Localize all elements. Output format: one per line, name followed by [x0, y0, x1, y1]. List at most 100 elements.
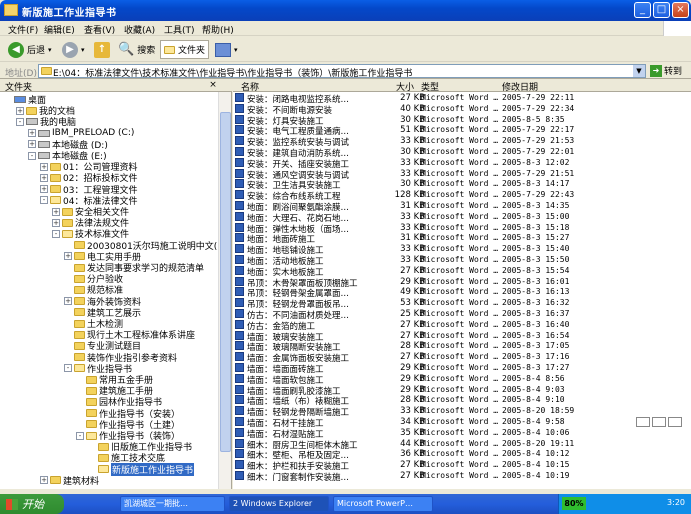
file-row[interactable]: 细木：壁柜、吊柜及固定… 36 KB Microsoft Word … 2005-8-… — [233, 449, 691, 461]
folder-icon — [74, 252, 85, 261]
word-document-icon — [235, 406, 244, 416]
file-row[interactable]: 安装：建筑自动消防系统… 30 KB Microsoft Word … 2005-7-… — [233, 147, 691, 159]
file-row[interactable]: 细木：护栏和扶手安装施工 27 KB Microsoft Word … 2005-8-… — [233, 460, 691, 472]
maximize-button[interactable]: □ — [653, 2, 670, 18]
file-size: 27 KB — [400, 352, 425, 363]
tree-item[interactable]: 发达同事要求学习的规范清单 — [64, 262, 204, 274]
file-row[interactable]: 地面：弹性木地板（面场… 33 KB Microsoft Word … 2005-8-… — [233, 222, 691, 235]
expand-icon[interactable]: + — [40, 162, 48, 171]
tree-item[interactable]: + 建筑材料 — [40, 475, 99, 487]
minimize-button[interactable]: _ — [634, 2, 651, 18]
file-row[interactable]: 墙面：墙面面砖施工 29 KB Microsoft Word … 2005-8-3 1… — [233, 363, 691, 375]
expand-icon[interactable]: + — [64, 297, 72, 306]
collapse-icon[interactable]: - — [28, 151, 36, 160]
close-pane-icon[interactable]: × — [208, 80, 218, 90]
file-row[interactable]: 墙面：石材湿贴施工 35 KB Microsoft Word … 2005-8-4 1… — [233, 427, 691, 440]
expand-icon[interactable]: + — [52, 207, 60, 216]
folders-pane-header: 文件夹 × — [0, 79, 232, 93]
file-row[interactable]: 吊顶：轻钢骨架金属罩面… 49 KB Microsoft Word … 2005-8-… — [233, 287, 691, 299]
back-button[interactable]: ◀ 后退 ▾ — [8, 40, 52, 59]
clock[interactable]: 3:20 — [667, 498, 685, 507]
file-row[interactable]: 安装：闭路电视监控系统… 27 KB Microsoft Word … 2005-7-… — [233, 93, 691, 105]
expand-icon[interactable]: + — [52, 218, 60, 227]
tree-scrollbar[interactable] — [218, 92, 231, 489]
file-row[interactable]: 安装：灯具安装施工 30 KB Microsoft Word … 2005-8-5 8… — [233, 114, 691, 127]
file-row[interactable]: 地面：大理石、花岗石地… 33 KB Microsoft Word … 2005-8-… — [233, 211, 691, 224]
file-row[interactable]: 仿古：金箔的施工 27 KB Microsoft Word … 2005-8-3 16… — [233, 319, 691, 332]
file-row[interactable]: 墙面：玻璃安装施工 27 KB Microsoft Word … 2005-8-3 1… — [233, 330, 691, 343]
file-row[interactable]: 墙面：轻钢龙骨隔断墙施工 33 KB Microsoft Word … 2005-8-… — [233, 406, 691, 418]
expand-icon[interactable]: + — [40, 476, 48, 485]
title-bar[interactable]: 新版施工作业指导书 _ □ × — [0, 0, 691, 21]
address-input[interactable]: E:\04：标准法律文件\技术标准文件\作业指导书\作业指导书（装饰）\新版施工… — [38, 64, 646, 79]
search-button[interactable]: 🔍 搜索 — [118, 40, 155, 59]
expand-icon[interactable]: + — [16, 106, 24, 115]
file-row[interactable]: 吊顶：轻钢龙骨罩面板吊… 53 KB Microsoft Word … 2005-8-… — [233, 298, 691, 310]
menu-file[interactable]: 文件(F) — [8, 23, 38, 36]
file-row[interactable]: 地面：地毯铺设施工 33 KB Microsoft Word … 2005-8-3 1… — [233, 244, 691, 256]
file-row[interactable]: 安装：不间断电源安装 40 KB Microsoft Word … 2005-7-29… — [233, 103, 691, 116]
file-row[interactable]: 细木：门窗套制作安装施… 27 KB Microsoft Word … 2005-8-… — [233, 471, 691, 483]
collapse-icon[interactable]: - — [52, 229, 60, 238]
file-row[interactable]: 墙面：墙面刷乳胶漆施工 29 KB Microsoft Word … 2005-8-4… — [233, 384, 691, 397]
taskbar-item[interactable]: Microsoft PowerP… — [333, 496, 433, 512]
file-row[interactable]: 安装：开关、插座安装施工 33 KB Microsoft Word … 2005-8-… — [233, 157, 691, 170]
file-row[interactable]: 仿古：不同油面材质处理… 25 KB Microsoft Word … 2005-8-… — [233, 309, 691, 321]
address-dropdown-icon[interactable]: ▼ — [633, 65, 645, 77]
collapse-icon[interactable]: - — [40, 196, 48, 205]
go-button[interactable]: ➜ 转到 — [650, 64, 682, 77]
start-button[interactable]: 开始 — [0, 494, 64, 514]
collapse-icon[interactable]: - — [16, 117, 24, 126]
file-row[interactable]: 墙面：墙面软包施工 29 KB Microsoft Word … 2005-8-4 8… — [233, 373, 691, 386]
collapse-icon[interactable]: - — [64, 364, 72, 373]
file-type: Microsoft Word … — [421, 190, 499, 200]
menu-tools[interactable]: 工具(T) — [164, 23, 195, 36]
expand-icon[interactable]: + — [28, 140, 36, 149]
menu-edit[interactable]: 编辑(E) — [44, 23, 75, 36]
file-row[interactable]: 安装：电气工程质量通病… 51 KB Microsoft Word … 2005-7-… — [233, 125, 691, 137]
up-folder-button[interactable]: ↑ — [94, 40, 110, 59]
tree-item[interactable]: - 我的电脑 — [16, 116, 76, 128]
battery-indicator[interactable]: 80% — [562, 497, 586, 510]
folders-button[interactable]: 文件夹 — [160, 40, 210, 59]
file-row[interactable]: 细木：厨房卫生间柜体木施工 44 KB Microsoft Word … 2005-8… — [233, 438, 691, 451]
menu-help[interactable]: 帮助(H) — [202, 23, 234, 36]
expand-icon[interactable]: + — [40, 173, 48, 182]
file-row[interactable]: 地面：实木地板施工 27 KB Microsoft Word … 2005-8-3 1… — [233, 265, 691, 278]
file-list: 安装：闭路电视监控系统… 27 KB Microsoft Word … 2005-7-… — [233, 92, 691, 489]
file-row[interactable]: 墙面：金属饰面板安装施工 27 KB Microsoft Word … 2005-8-… — [233, 352, 691, 364]
file-size: 53 KB — [400, 298, 425, 309]
expand-icon[interactable]: + — [28, 129, 36, 138]
close-button[interactable]: × — [672, 2, 689, 18]
file-size: 30 KB — [400, 179, 425, 190]
menu-favorites[interactable]: 收藏(A) — [124, 23, 155, 36]
file-row[interactable]: 安装：监控系统安装与调试 33 KB Microsoft Word … 2005-7-… — [233, 136, 691, 148]
taskbar-item[interactable]: 凯湖城区一期批… — [120, 496, 225, 512]
expand-icon[interactable]: + — [40, 185, 48, 194]
file-size: 33 KB — [400, 244, 425, 255]
widget-icon[interactable] — [668, 417, 682, 427]
widget-icon[interactable] — [652, 417, 666, 427]
file-row[interactable]: 安装：卫生洁具安装施工 30 KB Microsoft Word … 2005-8-3… — [233, 179, 691, 191]
file-row[interactable]: 墙面：玻璃隔断安装施工 28 KB Microsoft Word … 2005-8-3… — [233, 341, 691, 353]
file-date: 2005-8-3 14:35 — [502, 201, 570, 210]
file-row[interactable]: 地面：地面砖施工 31 KB Microsoft Word … 2005-8-3 15… — [233, 233, 691, 245]
file-row[interactable]: 地面：刷浴间聚氨酯涂膜… 31 KB Microsoft Word … 2005-8-… — [233, 201, 691, 213]
file-row[interactable]: 安装：通风空调安装与调试 33 KB Microsoft Word … 2005-7-… — [233, 168, 691, 181]
file-row[interactable]: 地面：活动地板施工 33 KB Microsoft Word … 2005-8-3 1… — [233, 255, 691, 267]
file-row[interactable]: 吊顶：木骨架罩面板顶棚施工 29 KB Microsoft Word … 2005-8… — [233, 276, 691, 289]
file-type: Microsoft Word … — [421, 93, 499, 102]
menu-view[interactable]: 查看(V) — [84, 23, 115, 36]
file-row[interactable]: 墙面：石材干挂施工 34 KB Microsoft Word … 2005-8-4 9… — [233, 417, 691, 429]
collapse-icon[interactable]: - — [76, 431, 84, 440]
expand-icon[interactable]: + — [64, 252, 72, 261]
tree-item[interactable]: 新版施工作业指导书 — [88, 462, 195, 476]
taskbar-item[interactable]: 2 Windows Explorer — [229, 496, 329, 512]
file-row[interactable]: 安装：综合布线系统工程 128 KB Microsoft Word … 2005-7-… — [233, 190, 691, 202]
forward-button[interactable]: ▶ ▾ — [62, 40, 85, 59]
views-button[interactable]: ▾ — [215, 40, 238, 59]
file-date: 2005-8-3 15:40 — [502, 244, 570, 254]
file-row[interactable]: 墙面：墙纸（布）裱糊施工 28 KB Microsoft Word … 2005-8-… — [233, 395, 691, 407]
widget-icon[interactable] — [636, 417, 650, 427]
folder-icon — [74, 330, 85, 339]
